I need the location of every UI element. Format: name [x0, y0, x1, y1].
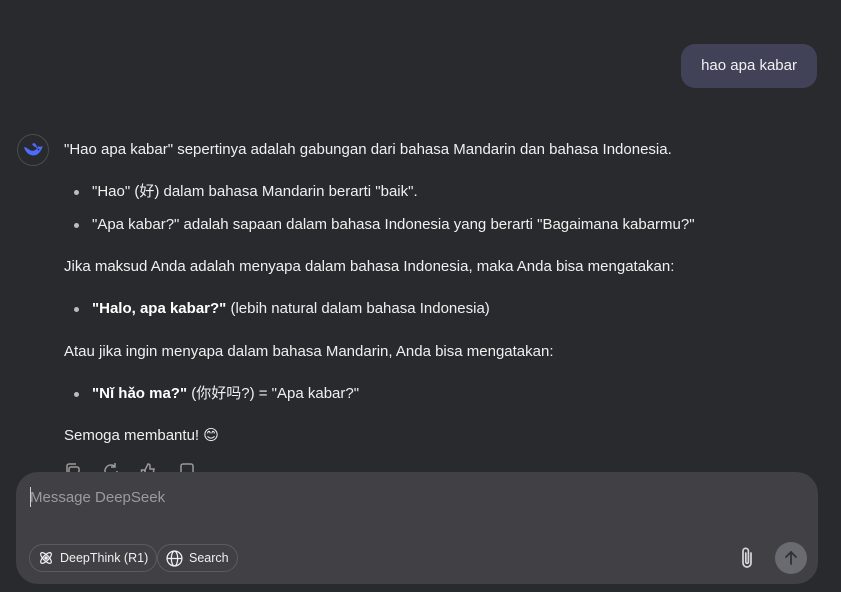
deepthink-button[interactable]: DeepThink (R1) — [29, 544, 158, 572]
attach-button[interactable] — [736, 546, 758, 570]
answer-closing: Semoga membantu! 😊 — [64, 427, 219, 444]
list-item: "Nǐ hǎo ma?" (你好吗?) = "Apa kabar?" — [74, 382, 784, 406]
deepseek-whale-icon — [24, 143, 43, 156]
answer-paragraph-2: Jika maksud Anda adalah menyapa dalam ba… — [64, 258, 675, 275]
message-input[interactable] — [30, 486, 730, 508]
assistant-avatar — [17, 134, 49, 166]
globe-icon — [166, 549, 183, 567]
list-item: "Apa kabar?" adalah sapaan dalam bahasa … — [74, 213, 784, 237]
text-caret — [30, 487, 31, 507]
message-composer: DeepThink (R1) Search — [16, 472, 818, 584]
list-item-text: (lebih natural dalam bahasa Indonesia) — [226, 300, 490, 317]
list-item: "Hao" (好) dalam bahasa Mandarin berarti … — [74, 180, 784, 204]
search-label: Search — [189, 551, 229, 565]
atom-icon — [40, 552, 52, 564]
list-item: "Halo, apa kabar?" (lebih natural dalam … — [74, 297, 784, 321]
bold-phrase: "Nǐ hǎo ma?" — [92, 385, 188, 402]
paperclip-icon — [742, 547, 752, 568]
send-button[interactable] — [775, 542, 807, 574]
answer-intro: "Hao apa kabar" sepertinya adalah gabung… — [64, 141, 672, 158]
deepthink-label: DeepThink (R1) — [60, 551, 149, 565]
bold-phrase: "Halo, apa kabar?" — [92, 300, 227, 317]
user-message-bubble: hao apa kabar — [681, 44, 817, 88]
arrow-up-icon — [785, 551, 797, 565]
answer-list-2: "Halo, apa kabar?" (lebih natural dalam … — [64, 297, 784, 321]
list-item-text: (你好吗?) = "Apa kabar?" — [187, 385, 360, 402]
answer-paragraph-3: Atau jika ingin menyapa dalam bahasa Man… — [64, 343, 554, 360]
assistant-answer: "Hao apa kabar" sepertinya adalah gabung… — [64, 138, 784, 448]
answer-list-3: "Nǐ hǎo ma?" (你好吗?) = "Apa kabar?" — [64, 382, 784, 406]
user-message-text: hao apa kabar — [701, 57, 797, 74]
search-button[interactable]: Search — [157, 544, 238, 572]
answer-list-1: "Hao" (好) dalam bahasa Mandarin berarti … — [64, 180, 784, 237]
